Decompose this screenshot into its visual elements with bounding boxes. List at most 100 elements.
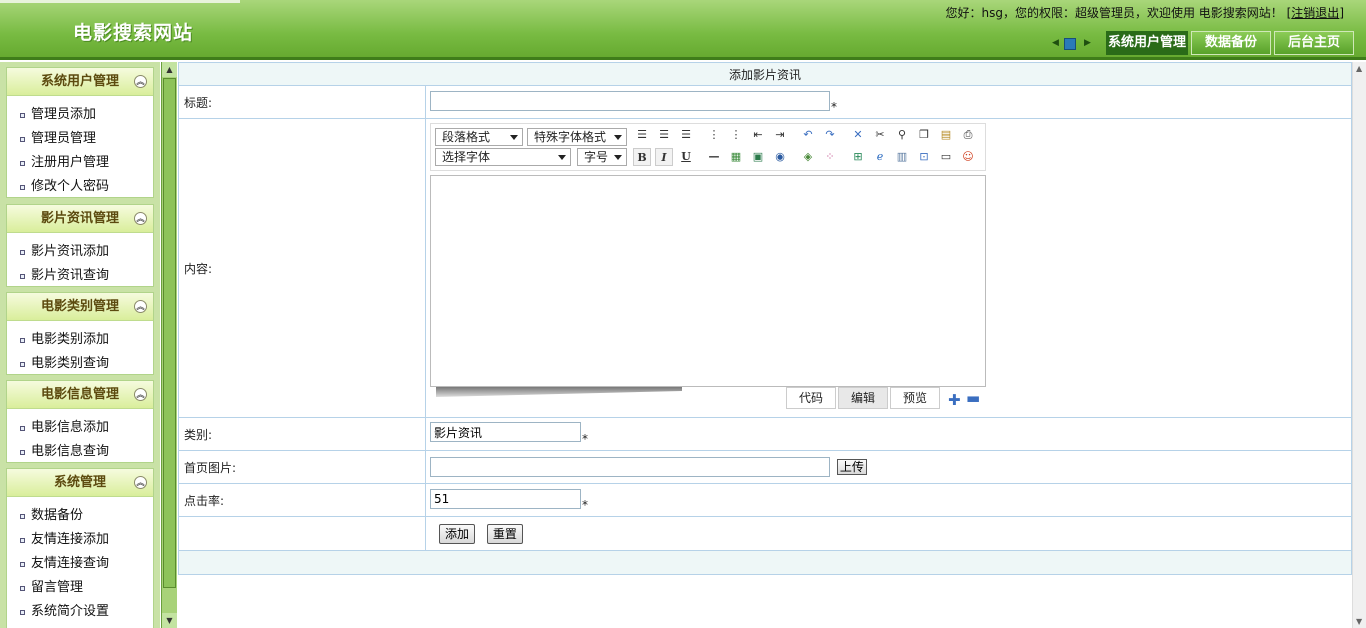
paste-icon[interactable]: ▤: [937, 126, 955, 144]
menu-group-header[interactable]: 系统管理 ︽: [7, 469, 153, 497]
menu-group-header[interactable]: 系统用户管理 ︽: [7, 68, 153, 96]
insert-page-icon[interactable]: ▥: [893, 148, 911, 166]
image-path-input[interactable]: [430, 457, 830, 477]
mode-edit-tab[interactable]: 编辑: [838, 387, 888, 409]
sidebar-item-registered-users[interactable]: 注册用户管理: [7, 151, 153, 175]
collapse-icon[interactable]: ︽: [134, 388, 147, 401]
insert-frame-icon[interactable]: ⊡: [915, 148, 933, 166]
print-icon[interactable]: ⎙: [959, 126, 977, 144]
align-left-icon[interactable]: ☰: [633, 126, 651, 144]
paragraph-format-select[interactable]: 段落格式: [435, 128, 523, 146]
collapse-icon[interactable]: ︽: [134, 212, 147, 225]
indent-icon[interactable]: ⇥: [771, 126, 789, 144]
sidebar-item-label: 友情连接添加: [31, 532, 110, 547]
submit-button[interactable]: 添加: [439, 523, 476, 544]
align-right-icon[interactable]: ☰: [677, 126, 695, 144]
sidebar-item-movie-query[interactable]: 电影信息查询: [7, 440, 153, 464]
numbered-list-icon[interactable]: ⋮: [727, 126, 745, 144]
required-mark: *: [582, 431, 588, 446]
sidebar-item-category-add[interactable]: 电影类别添加: [7, 328, 153, 352]
dropdown-arrow-icon: [558, 155, 566, 160]
special-char-icon[interactable]: ⁘: [821, 148, 839, 166]
main-scrollbar[interactable]: ▲ ▼: [1352, 62, 1366, 628]
sidebar-item-news-query[interactable]: 影片资讯查询: [7, 264, 153, 288]
insert-file-icon[interactable]: ⊞: [849, 148, 867, 166]
editor-toolbar: 段落格式 特殊字体格式 选择字体 字号 ☰ ☰ ☰ ⋮ ⋮ ⇤ ⇥ ↶ ↷ ✕: [430, 123, 986, 171]
scroll-up-icon[interactable]: ▲: [1356, 64, 1362, 73]
reset-button[interactable]: 重置: [486, 523, 523, 544]
cut-icon[interactable]: ✂: [871, 126, 889, 144]
tab-data-backup[interactable]: 数据备份: [1191, 31, 1271, 55]
upload-button[interactable]: 上传: [836, 459, 867, 475]
tab-system-user-management[interactable]: 系统用户管理: [1106, 31, 1188, 55]
outdent-icon[interactable]: ⇤: [749, 126, 767, 144]
menu-group-header[interactable]: 电影信息管理 ︽: [7, 381, 153, 409]
undo-icon[interactable]: ↶: [799, 126, 817, 144]
zoom-in-icon[interactable]: ✚: [948, 391, 961, 409]
sidebar-item-label: 电影信息添加: [31, 420, 110, 435]
bullet-icon: [20, 362, 25, 367]
scroll-down-icon[interactable]: ▼: [162, 613, 177, 628]
redo-icon[interactable]: ↷: [821, 126, 839, 144]
special-font-select[interactable]: 特殊字体格式: [527, 128, 627, 146]
italic-icon[interactable]: I: [655, 148, 673, 166]
bold-icon[interactable]: B: [633, 148, 651, 166]
mode-code-tab[interactable]: 代码: [786, 387, 836, 409]
logout-link[interactable]: 注销退出: [1291, 6, 1339, 20]
bullet-icon: [20, 113, 25, 118]
insert-flash-icon[interactable]: ◈: [799, 148, 817, 166]
delete-icon[interactable]: ✕: [849, 126, 867, 144]
sidebar-item-messages[interactable]: 留言管理: [7, 576, 153, 600]
collapse-icon[interactable]: ︽: [134, 300, 147, 313]
sidebar-item-category-query[interactable]: 电影类别查询: [7, 352, 153, 376]
font-size-select[interactable]: 字号: [577, 148, 627, 166]
scroll-up-icon[interactable]: ▲: [162, 62, 177, 77]
sidebar-item-data-backup[interactable]: 数据备份: [7, 504, 153, 528]
align-center-icon[interactable]: ☰: [655, 126, 673, 144]
font-select[interactable]: 选择字体: [435, 148, 571, 166]
scroll-down-icon[interactable]: ▼: [1356, 617, 1362, 626]
sidebar-item-admin-add[interactable]: 管理员添加: [7, 103, 153, 127]
collapse-icon[interactable]: ︽: [134, 476, 147, 489]
sidebar-item-link-query[interactable]: 友情连接查询: [7, 552, 153, 576]
content-label: 内容:: [178, 118, 426, 418]
find-icon[interactable]: ⚲: [893, 126, 911, 144]
zoom-out-icon[interactable]: ▬: [966, 389, 980, 407]
collapse-icon[interactable]: ︽: [134, 75, 147, 88]
sidebar-item-label: 电影信息查询: [31, 444, 110, 459]
horizontal-rule-icon[interactable]: —: [705, 148, 723, 166]
insert-media-icon[interactable]: ◉: [771, 148, 789, 166]
book-icon: [1064, 38, 1076, 50]
sidebar-item-link-add[interactable]: 友情连接添加: [7, 528, 153, 552]
sidebar-item-label: 电影类别查询: [31, 356, 110, 371]
sidebar-item-movie-add[interactable]: 电影信息添加: [7, 416, 153, 440]
copy-icon[interactable]: ❐: [915, 126, 933, 144]
bullet-list-icon[interactable]: ⋮: [705, 126, 723, 144]
sidebar-item-change-password[interactable]: 修改个人密码: [7, 175, 153, 199]
scroll-left-icon[interactable]: ◀: [1052, 38, 1059, 48]
date-icon[interactable]: ▭: [937, 148, 955, 166]
editor-text-area[interactable]: [430, 175, 986, 387]
scroll-right-icon[interactable]: ▶: [1084, 38, 1091, 48]
paragraph-format-value: 段落格式: [442, 130, 491, 144]
clicks-input[interactable]: [430, 488, 581, 509]
mode-preview-tab[interactable]: 预览: [890, 387, 940, 409]
editor-shadow: [436, 387, 682, 397]
insert-link-icon[interactable]: ℯ: [871, 148, 889, 166]
sidebar-item-news-add[interactable]: 影片资讯添加: [7, 240, 153, 264]
bullet-icon: [20, 338, 25, 343]
menu-group-header[interactable]: 电影类别管理 ︽: [7, 293, 153, 321]
title-input[interactable]: [430, 90, 830, 111]
scrollbar-thumb[interactable]: [163, 78, 176, 588]
menu-group-header[interactable]: 影片资讯管理 ︽: [7, 205, 153, 233]
insert-table-icon[interactable]: ▦: [727, 148, 745, 166]
sidebar-item-admin-manage[interactable]: 管理员管理: [7, 127, 153, 151]
category-input[interactable]: [430, 422, 581, 443]
tab-admin-home[interactable]: 后台主页: [1274, 31, 1354, 55]
sidebar-item-intro-settings[interactable]: 系统简介设置: [7, 600, 153, 624]
underline-icon[interactable]: U: [677, 148, 695, 166]
emoticon-icon[interactable]: ☺: [959, 148, 977, 166]
insert-image-icon[interactable]: ▣: [749, 148, 767, 166]
sidebar-scrollbar[interactable]: ▲ ▼: [161, 62, 177, 628]
sidebar-item-label: 修改个人密码: [31, 179, 110, 194]
